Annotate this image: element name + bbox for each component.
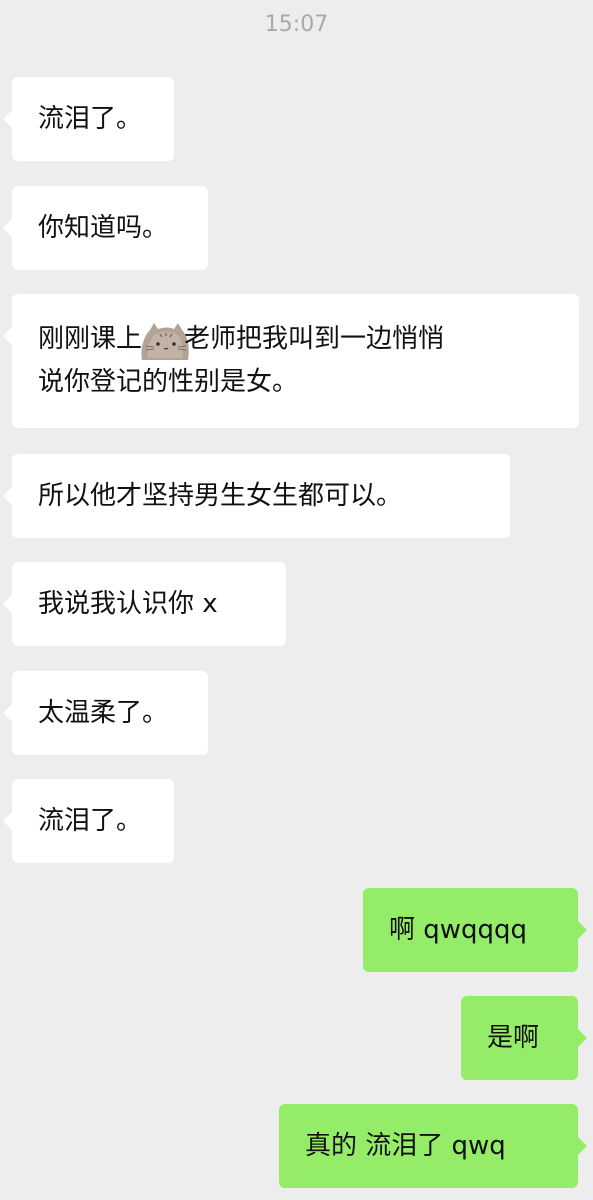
message-text: 刚刚课上 — [38, 324, 143, 354]
message-bubble-incoming[interactable]: 流泪了。 — [3, 77, 174, 161]
message-text: 所以他才坚持男生女生都可以。 — [38, 481, 403, 511]
message-bubble-incoming[interactable]: 我说我认识你 x — [3, 562, 286, 646]
message-text: 你知道吗。 — [38, 213, 169, 243]
message-text: 太温柔了。 — [38, 698, 169, 728]
message-bubble-incoming[interactable]: 所以他才坚持男生女生都可以。 — [3, 454, 510, 538]
timestamp: 15:07 — [264, 12, 329, 37]
message-text: 流泪了。 — [38, 806, 143, 836]
message-text: 我说我认识你 x — [38, 589, 218, 619]
message-line: 刚刚课上 老师把我叫到一边悄悄 — [38, 318, 553, 361]
message-bubble-outgoing[interactable]: 是啊 — [461, 996, 587, 1080]
message-line: 说你登记的性别是女。 — [38, 361, 553, 404]
chat-area: 15:07 流泪了。 你知道吗。 刚刚课上 老师把我叫到一边悄悄 说你登记的性别… — [0, 0, 593, 1200]
message-text: 流泪了。 — [38, 104, 143, 134]
message-bubble-incoming[interactable]: 刚刚课上 老师把我叫到一边悄悄 说你登记的性别是女。 — [3, 294, 579, 428]
message-text: 啊 qwqqqq — [389, 915, 528, 945]
message-bubble-incoming[interactable]: 你知道吗。 — [3, 186, 208, 270]
message-text: 老师把我叫到一边悄悄 — [184, 324, 445, 354]
message-text: 真的 流泪了 qwq — [305, 1131, 506, 1161]
message-text: 是啊 — [487, 1023, 540, 1053]
message-text: 说你登记的性别是女。 — [38, 367, 299, 397]
message-bubble-outgoing[interactable]: 啊 qwqqqq — [363, 888, 587, 972]
message-bubble-outgoing[interactable]: 真的 流泪了 qwq — [279, 1104, 587, 1188]
message-bubble-incoming[interactable]: 太温柔了。 — [3, 671, 208, 755]
message-bubble-incoming[interactable]: 流泪了。 — [3, 779, 174, 863]
